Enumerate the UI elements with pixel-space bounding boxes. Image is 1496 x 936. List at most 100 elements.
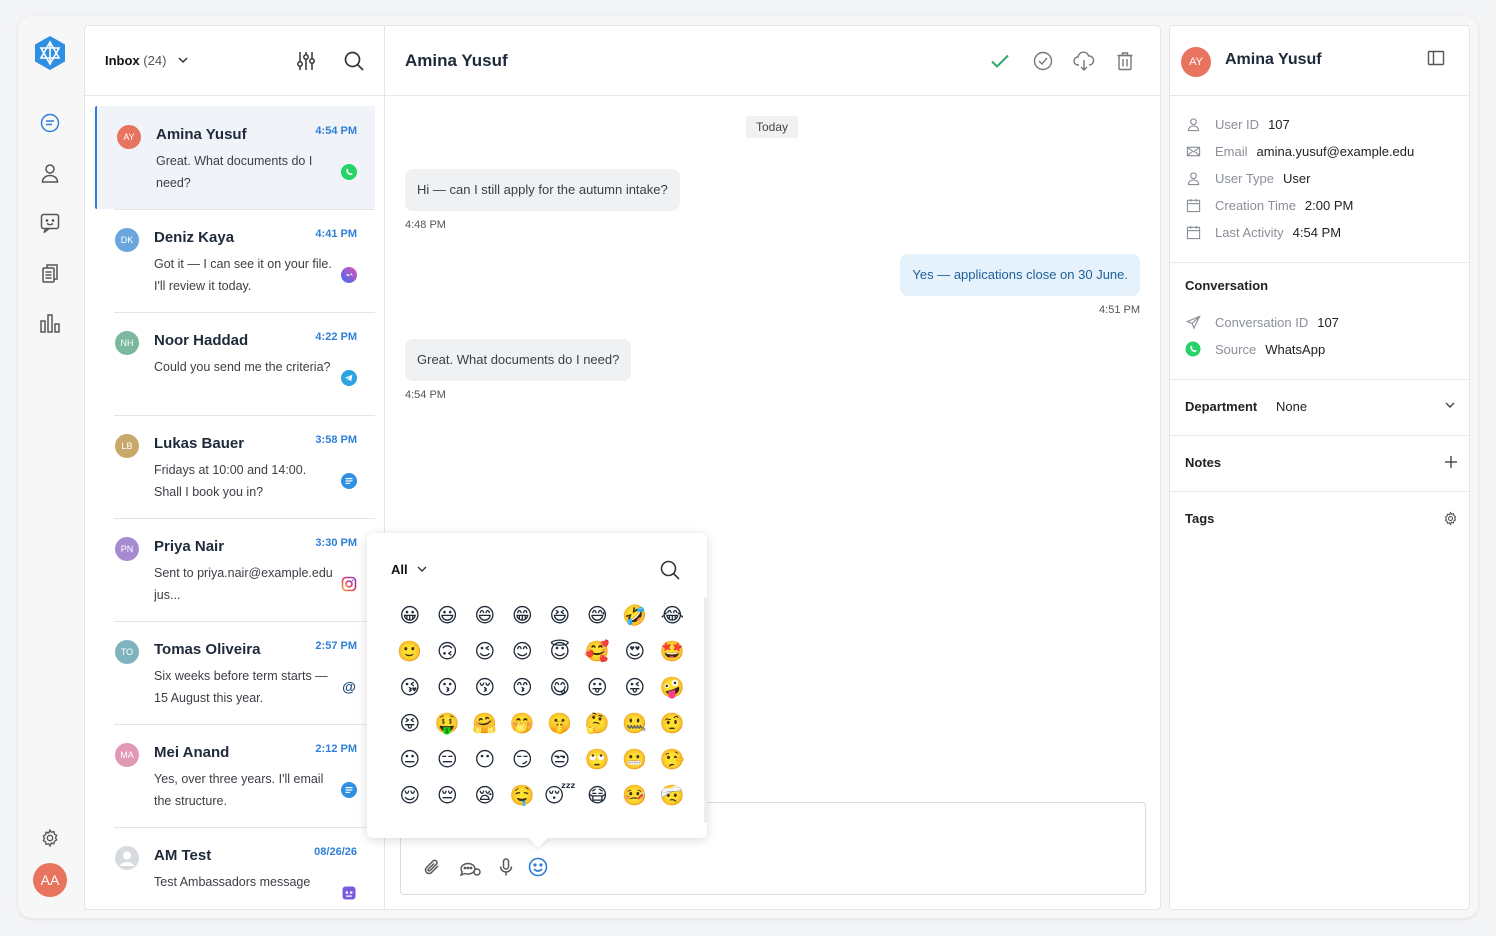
emoji-option[interactable]: 🤪	[654, 669, 692, 705]
emoji-option[interactable]: 🤣	[616, 597, 654, 633]
emoji-option[interactable]: 🤔	[579, 705, 617, 741]
emoji-option[interactable]: 😇	[541, 633, 579, 669]
gear-icon[interactable]	[1443, 511, 1459, 527]
contact-info-panel: AY Amina Yusuf User ID 107 Email amina.yusu…	[1169, 25, 1470, 910]
emoji-option[interactable]: 🤤	[504, 777, 542, 813]
conversation-item[interactable]: MA Mei Anand 2:12 PM Yes, over three years.…	[95, 724, 375, 827]
message-preview: Great. What documents do I need?	[156, 154, 313, 190]
detail-label: User ID	[1215, 116, 1260, 132]
emoji-option[interactable]: 🙂	[391, 633, 429, 669]
emoji-option[interactable]: 😙	[504, 669, 542, 705]
conversation-item[interactable]: LB Lukas Bauer 3:58 PM Fridays at 10:00 and…	[95, 415, 375, 518]
emoji-option[interactable]: 🙃	[429, 633, 467, 669]
emoji-option[interactable]: 😍	[616, 633, 654, 669]
chat-bubbles-icon[interactable]	[458, 855, 482, 879]
search-icon[interactable]	[343, 50, 365, 72]
conversation-item[interactable]: DK Deniz Kaya 4:41 PM Got it — I can see it…	[95, 209, 375, 312]
emoji-option[interactable]: 🤕	[654, 777, 692, 813]
cloud-download-icon[interactable]	[1073, 50, 1095, 72]
gear-icon[interactable]	[36, 824, 64, 852]
emoji-option[interactable]: 😗	[429, 669, 467, 705]
check-circle-icon[interactable]	[1032, 50, 1054, 72]
emoji-option[interactable]: 😏	[504, 741, 542, 777]
scrollbar[interactable]	[704, 597, 707, 823]
emoji-option[interactable]: 😂	[654, 597, 692, 633]
emoji-option[interactable]: 🤐	[616, 705, 654, 741]
emoji-option[interactable]: 🙄	[579, 741, 617, 777]
emoji-option[interactable]: 😊	[504, 633, 542, 669]
emoji-option[interactable]: 😐	[391, 741, 429, 777]
emoji-option[interactable]: 😝	[391, 705, 429, 741]
emoji-option[interactable]: 😬	[616, 741, 654, 777]
bar-chart-icon[interactable]	[36, 309, 64, 337]
current-user-avatar[interactable]: AA	[33, 863, 67, 897]
trash-icon[interactable]	[1114, 50, 1136, 72]
inbox-selector[interactable]: Inbox (24)	[105, 53, 166, 68]
message-time: 4:22 PM	[315, 331, 357, 343]
conversation-item[interactable]: TO Tomas Oliveira 2:57 PM Six weeks before …	[95, 621, 375, 724]
conversation-item[interactable]: AY Amina Yusuf 4:54 PM Great. What document…	[95, 106, 375, 209]
emoji-option[interactable]: 😉	[466, 633, 504, 669]
conversation-item[interactable]: PN Priya Nair 3:30 PM Sent to priya.nair@ex…	[95, 518, 375, 621]
emoji-option[interactable]: 😔	[429, 777, 467, 813]
emoji-icon[interactable]	[526, 855, 550, 879]
emoji-option[interactable]: 🤭	[504, 705, 542, 741]
emoji-option[interactable]: 😪	[466, 777, 504, 813]
chevron-down-icon[interactable]	[1443, 398, 1459, 414]
emoji-option[interactable]: 😛	[579, 669, 617, 705]
emoji-option[interactable]: 🤥	[654, 741, 692, 777]
search-icon[interactable]	[659, 559, 681, 581]
avatar: AY	[117, 125, 141, 149]
emoji-option[interactable]: 😁	[504, 597, 542, 633]
emoji-option[interactable]: 🥰	[579, 633, 617, 669]
emoji-category-selector[interactable]: All	[391, 562, 428, 577]
emoji-option[interactable]: 😷	[579, 777, 617, 813]
divider	[114, 724, 375, 725]
conversation-item[interactable]: AM Test 08/26/26 Test Ambassadors message	[95, 827, 375, 930]
conversation-item[interactable]: NH Noor Haddad 4:22 PM Could you send me th…	[95, 312, 375, 415]
emoji-category-label: All	[391, 562, 408, 577]
message-time: 3:30 PM	[315, 537, 357, 549]
emoji-option[interactable]: 🤩	[654, 633, 692, 669]
emoji-option[interactable]: 😋	[541, 669, 579, 705]
avatar: NH	[115, 331, 139, 355]
sidebar-toggle-icon[interactable]	[1426, 48, 1448, 70]
department-label: Department	[1185, 399, 1258, 414]
emoji-option[interactable]: 🤨	[654, 705, 692, 741]
emoji-option[interactable]: 😶	[466, 741, 504, 777]
emoji-option[interactable]: 😃	[429, 597, 467, 633]
contact-name: Mei Anand	[154, 744, 230, 761]
chevron-down-icon[interactable]	[177, 53, 189, 72]
emoji-option[interactable]: 😅	[579, 597, 617, 633]
microphone-icon[interactable]	[494, 855, 518, 879]
emoji-option[interactable]: 🤒	[616, 777, 654, 813]
documents-icon[interactable]	[36, 259, 64, 287]
check-icon[interactable]	[989, 50, 1011, 72]
feedback-icon[interactable]	[36, 209, 64, 237]
emoji-option[interactable]: 😴	[541, 777, 579, 813]
filter-sliders-icon[interactable]	[295, 50, 317, 72]
detail-value: 2:00 PM	[1304, 197, 1354, 213]
emoji-option[interactable]: 😆	[541, 597, 579, 633]
emoji-option[interactable]: 🤫	[541, 705, 579, 741]
contact-header: AY Amina Yusuf	[1170, 26, 1469, 96]
emoji-option[interactable]: 😒	[541, 741, 579, 777]
emoji-option[interactable]: 😀	[391, 597, 429, 633]
emoji-option[interactable]: 😚	[466, 669, 504, 705]
emoji-option[interactable]: 🤑	[429, 705, 467, 741]
plus-icon[interactable]	[1443, 454, 1459, 470]
app-window: AA Inbox (24) AY Amina Yusuf 4:54 PM Great.…	[18, 16, 1478, 918]
chat-icon[interactable]	[36, 109, 64, 137]
emoji-option[interactable]: 😌	[391, 777, 429, 813]
hexagon-star-logo[interactable]	[32, 35, 68, 71]
user-icon[interactable]	[36, 159, 64, 187]
emoji-option[interactable]: 😑	[429, 741, 467, 777]
department-value[interactable]: None	[1276, 399, 1307, 414]
detail-row: Last Activity 4:54 PM	[1185, 223, 1341, 241]
emoji-option[interactable]: 🤗	[466, 705, 504, 741]
emoji-option[interactable]: 😜	[616, 669, 654, 705]
emoji-option[interactable]: 😄	[466, 597, 504, 633]
emoji-option[interactable]: 😘	[391, 669, 429, 705]
paperclip-icon[interactable]	[420, 855, 444, 879]
chat-title: Amina Yusuf	[405, 51, 508, 70]
